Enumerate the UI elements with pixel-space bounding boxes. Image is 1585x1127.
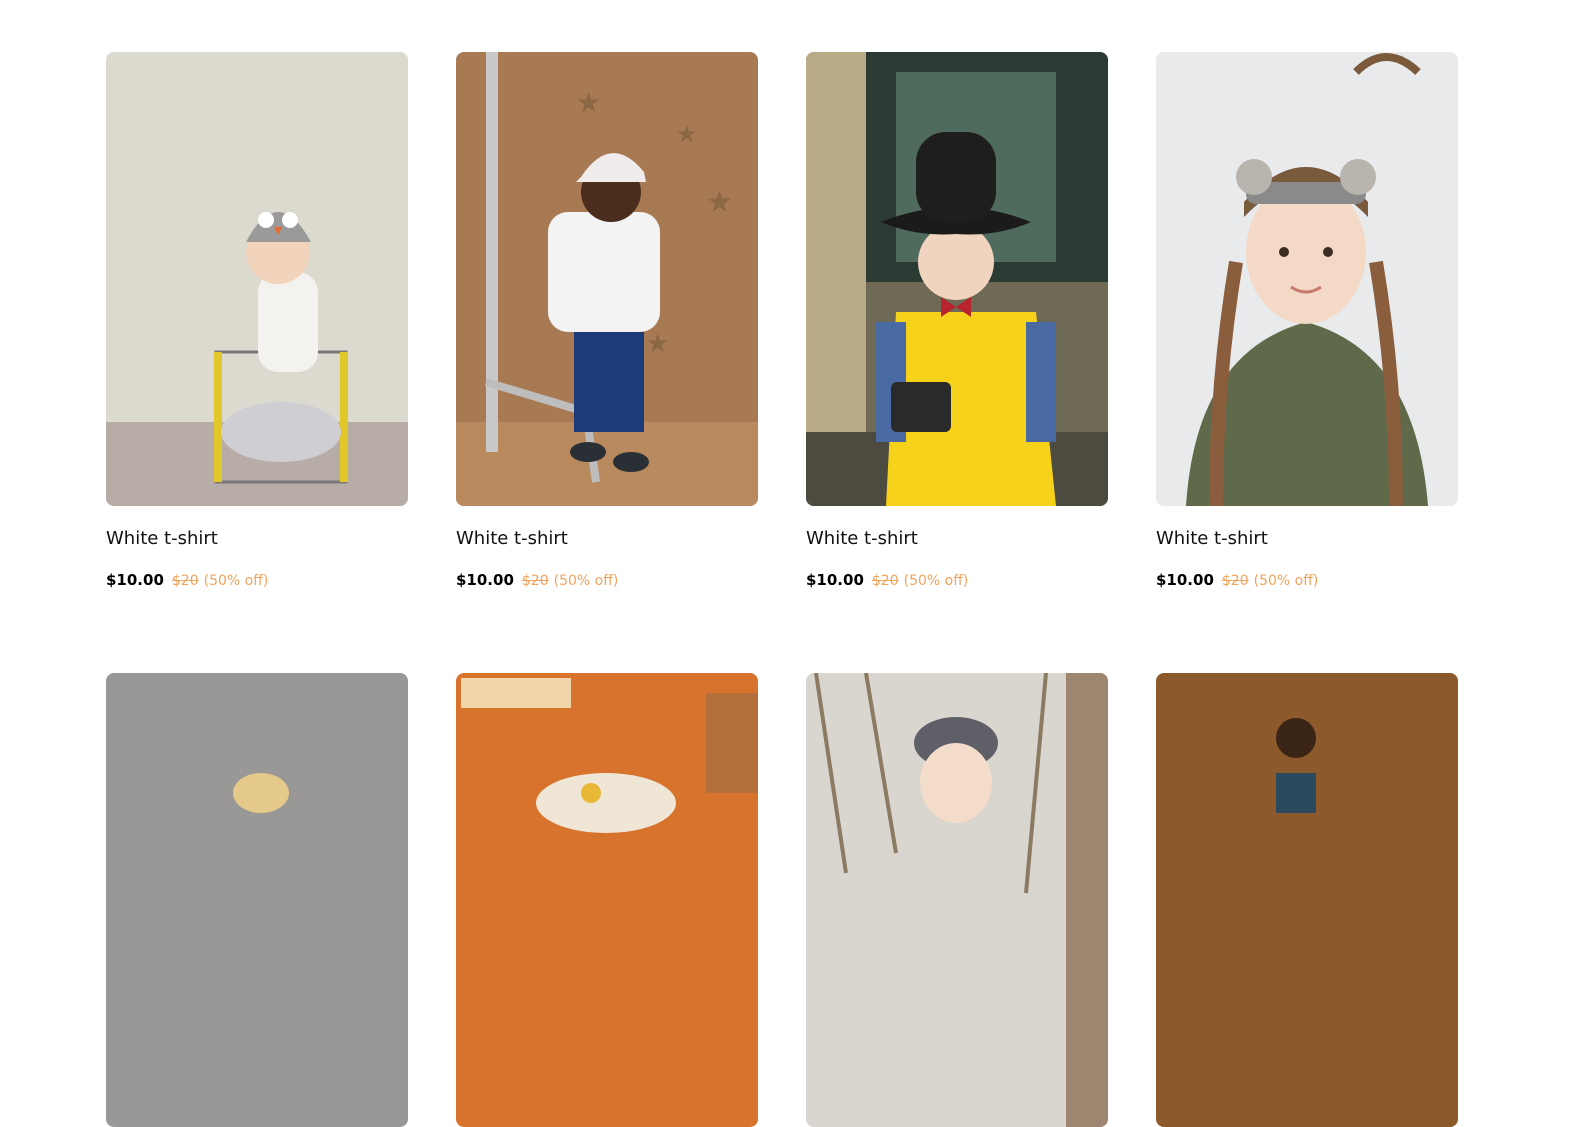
girl-braids-photo [1156,52,1458,506]
toddler-beret-trees-photo [806,673,1108,1127]
product-image[interactable] [1156,673,1458,1127]
discount-label: (50% off) [903,573,969,589]
product-image[interactable] [106,52,408,506]
current-price: $10.00 [106,571,164,589]
svg-text:★: ★ [576,86,601,119]
product-price-row: $10.00 $20 (50% off) [456,570,758,591]
product-card[interactable] [106,673,408,1127]
original-price: $20 [521,573,549,589]
boy-fedora-camera-photo [806,52,1108,506]
product-image[interactable] [806,673,1108,1127]
product-card[interactable] [806,673,1108,1127]
product-image[interactable] [456,673,758,1127]
product-title[interactable]: White t-shirt [106,528,408,550]
child-orange-room-photo [456,673,758,1127]
discount-label: (50% off) [203,573,269,589]
discount-label: (50% off) [553,573,619,589]
product-title[interactable]: White t-shirt [806,528,1108,550]
product-title[interactable]: White t-shirt [1156,528,1458,550]
product-image[interactable] [806,52,1108,506]
product-card[interactable] [456,673,758,1127]
boy-glasses-brown-photo [1156,673,1458,1127]
product-card[interactable]: White t-shirt $10.00 $20 (50% off) [106,52,408,591]
product-title[interactable]: White t-shirt [456,528,758,550]
toddler-gray-wall-photo [106,673,408,1127]
product-card[interactable] [1156,673,1458,1127]
product-grid: White t-shirt $10.00 $20 (50% off) ★ ★ ★… [106,52,1458,1127]
discount-label: (50% off) [1253,573,1319,589]
product-image[interactable]: ★ ★ ★ ★ [456,52,758,506]
product-price-row: $10.00 $20 (50% off) [806,570,1108,591]
current-price: $10.00 [456,571,514,589]
original-price: $20 [171,573,199,589]
product-card[interactable]: White t-shirt $10.00 $20 (50% off) [1156,52,1458,591]
product-card[interactable]: White t-shirt $10.00 $20 (50% off) [806,52,1108,591]
current-price: $10.00 [1156,571,1214,589]
product-price-row: $10.00 $20 (50% off) [1156,570,1458,591]
current-price: $10.00 [806,571,864,589]
svg-text:★: ★ [706,185,733,220]
svg-text:★: ★ [646,329,669,359]
original-price: $20 [871,573,899,589]
baby-owl-hat-photo [106,52,408,506]
original-price: $20 [1221,573,1249,589]
svg-text:★: ★ [676,120,698,148]
product-image[interactable] [1156,52,1458,506]
toddler-cap-photo: ★ ★ ★ ★ [456,52,758,506]
product-card[interactable]: ★ ★ ★ ★ White t-shirt $10.00 $20 (50% of… [456,52,758,591]
product-price-row: $10.00 $20 (50% off) [106,570,408,591]
product-image[interactable] [106,673,408,1127]
